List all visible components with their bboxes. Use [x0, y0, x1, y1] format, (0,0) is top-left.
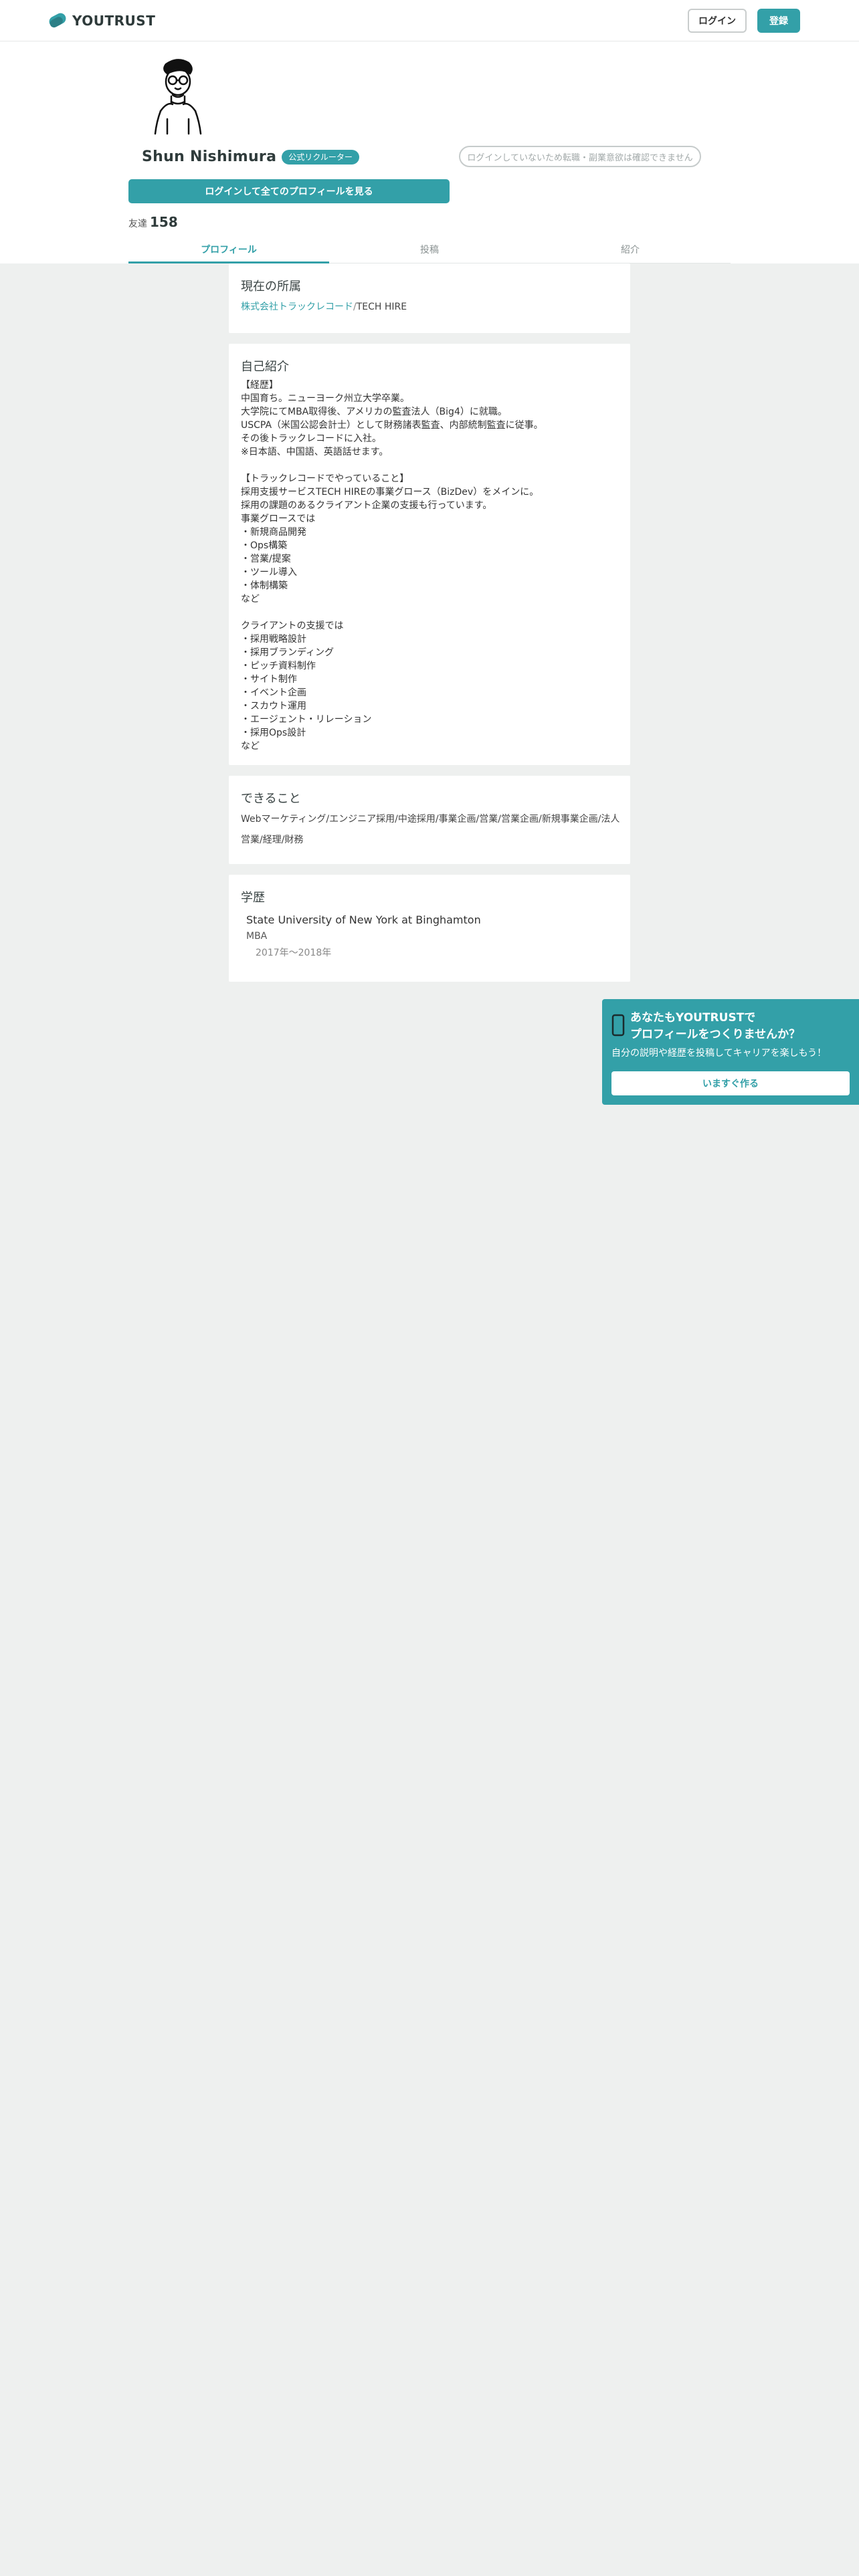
- skills-list: Webマーケティング/エンジニア採用/中途採用/事業企画/営業/営業企画/新規事…: [241, 814, 620, 845]
- view-full-profile-button[interactable]: ログインして全てのプロフィールを見る: [128, 179, 450, 203]
- skills-card: できること Webマーケティング/エンジニア採用/中途採用/事業企画/営業/営業…: [229, 776, 630, 864]
- cta-subtitle: 自分の説明や経歴を投稿してキャリアを楽しもう！: [611, 1048, 827, 1059]
- education-period: 2017年〜2018年: [256, 948, 332, 958]
- signup-cta-panel: あなたもYOUTRUSTで プロフィールをつくりませんか？ 自分の説明や経歴を投…: [602, 999, 859, 1105]
- phone-icon: [611, 1014, 625, 1037]
- company-link[interactable]: 株式会社トラックレコード: [241, 302, 353, 312]
- education-school: State University of New York at Binghamt…: [246, 914, 481, 926]
- self-intro-text: 【経歴】 中国育ち。ニューヨーク州立大学卒業。 大学院にてMBA取得後、アメリカ…: [241, 380, 543, 752]
- friends-count-row[interactable]: 友達 158: [128, 214, 178, 230]
- self-intro-card: 自己紹介 【経歴】 中国育ち。ニューヨーク州立大学卒業。 大学院にてMBA取得後…: [229, 344, 630, 765]
- official-recruiter-badge: 公式リクルーター: [282, 149, 359, 165]
- create-now-button[interactable]: いますぐ作る: [611, 1071, 850, 1095]
- education-title: 学歴: [241, 891, 265, 905]
- affiliation-line: 株式会社トラックレコード/TECH HIRE: [241, 300, 407, 313]
- cta-title: あなたもYOUTRUSTで プロフィールをつくりませんか？: [630, 1011, 801, 1041]
- tab-profile[interactable]: プロフィール: [128, 235, 329, 263]
- logo-text: YOUTRUST: [72, 13, 156, 29]
- affiliation-card: 現在の所属 株式会社トラックレコード/TECH HIRE: [229, 263, 630, 333]
- top-header: YOUTRUST ログイン 登録: [0, 0, 859, 41]
- education-degree: MBA: [246, 931, 268, 942]
- education-card: 学歴 State University of New York at Bingh…: [229, 875, 630, 982]
- department: TECH HIRE: [356, 302, 407, 312]
- profile-header: Shun Nishimura 公式リクルーター ログインしていないため転職・副業…: [0, 41, 859, 263]
- job-intent-notice: ログインしていないため転職・副業意欲は確認できません: [459, 146, 701, 167]
- youtrust-logo[interactable]: YOUTRUST: [47, 10, 155, 31]
- friends-label: 友達: [128, 219, 147, 229]
- tab-referrals[interactable]: 紹介: [530, 235, 731, 263]
- skills-title: できること: [241, 792, 301, 806]
- profile-name: Shun Nishimura: [142, 148, 277, 165]
- tab-posts[interactable]: 投稿: [329, 235, 530, 263]
- register-button[interactable]: 登録: [757, 9, 800, 33]
- logo-mark-icon: [49, 13, 66, 28]
- name-row: Shun Nishimura 公式リクルーター: [142, 148, 359, 165]
- avatar: [154, 59, 202, 135]
- self-intro-title: 自己紹介: [241, 360, 289, 374]
- friends-count: 158: [150, 214, 178, 230]
- login-button[interactable]: ログイン: [688, 9, 747, 33]
- profile-tabs: プロフィール 投稿 紹介: [128, 235, 731, 263]
- affiliation-title: 現在の所属: [241, 280, 301, 294]
